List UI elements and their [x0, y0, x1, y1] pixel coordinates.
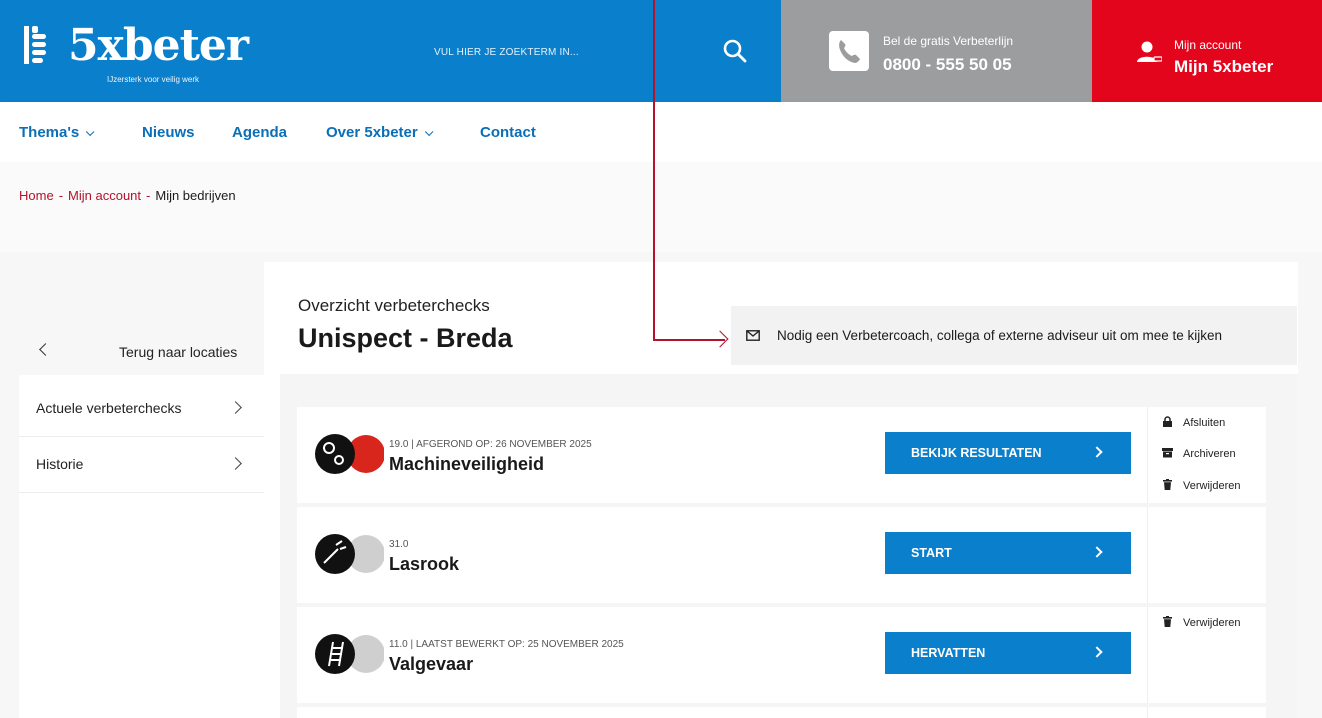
search-icon[interactable] [722, 38, 748, 64]
sidebar-item-history[interactable]: Historie [19, 437, 264, 493]
ladder-icon [315, 634, 384, 674]
resume-check-label: HERVATTEN [911, 646, 986, 660]
sidebar: Terug naar locaties Actuele verbeterchec… [19, 262, 264, 718]
check-actions-valgevaar: Verwijderen [1147, 607, 1266, 703]
check-meta: 31.0 [389, 539, 409, 550]
thumbs-up-logo-icon [24, 26, 46, 64]
breadcrumb-separator: - [58, 188, 64, 203]
page-title: Unispect - Breda [298, 323, 513, 353]
breadcrumb-separator: - [146, 188, 151, 203]
check-title: Valgevaar [389, 654, 474, 674]
chevron-left-icon [39, 343, 52, 356]
check-actions-partial [1147, 707, 1266, 718]
site-header: 5xbeter IJzersterk voor veilig werk VUL … [0, 0, 1322, 102]
close-check-action[interactable]: Afsluiten [1162, 415, 1225, 431]
chevron-right-icon [229, 457, 242, 470]
main-nav: Thema's Nieuws Agenda Over 5xbeter Conta… [0, 102, 1322, 162]
check-row-machineveiligheid: 19.0 | AFGEROND OP: 26 NOVEMBER 2025 Mac… [297, 407, 1147, 503]
archive-icon [1162, 448, 1173, 458]
start-check-button[interactable]: START [885, 532, 1131, 574]
view-results-label: BEKIJK RESULTATEN [911, 446, 1042, 460]
gears-icon [315, 434, 384, 474]
user-icon [1137, 41, 1162, 62]
chevron-right-icon [1091, 446, 1103, 458]
resume-check-button[interactable]: HERVATTEN [885, 632, 1131, 674]
envelope-icon [746, 330, 760, 341]
check-title: Machineveiligheid [389, 454, 545, 474]
phone-line-block[interactable]: Bel de gratis Verbeterlijn 0800 - 555 50… [781, 0, 1092, 102]
breadcrumb-account[interactable]: Mijn account [68, 188, 141, 203]
annotation-line [653, 0, 655, 340]
breadcrumb-area [0, 162, 1322, 252]
chevron-right-icon [229, 401, 242, 414]
account-main-label: Mijn 5xbeter [1174, 57, 1274, 76]
account-block[interactable]: Mijn account Mijn 5xbeter [1092, 0, 1322, 102]
archive-check-label: Archiveren [1183, 448, 1236, 460]
search-input[interactable]: VUL HIER JE ZOEKTERM IN... [434, 47, 579, 58]
check-meta: 19.0 | AFGEROND OP: 26 NOVEMBER 2025 [389, 439, 592, 450]
check-row-lasrook: 31.0 Lasrook START [297, 507, 1147, 603]
breadcrumb: Home - Mijn account - Mijn bedrijven [19, 188, 236, 203]
brand-bar: 5xbeter IJzersterk voor veilig werk VUL … [0, 0, 781, 102]
start-check-label: START [911, 546, 952, 560]
invite-advisor-label: Nodig een Verbetercoach, collega of exte… [777, 328, 1223, 343]
chevron-right-icon [1091, 646, 1103, 658]
sidebar-item-label: Actuele verbeterchecks [36, 400, 182, 416]
delete-check-label: Verwijderen [1183, 617, 1241, 629]
nav-agenda[interactable]: Agenda [232, 124, 287, 141]
chevron-down-icon [424, 127, 434, 137]
delete-check-action[interactable]: Verwijderen [1162, 615, 1240, 631]
delete-check-label: Verwijderen [1183, 480, 1241, 492]
nav-over[interactable]: Over 5xbeter [326, 124, 434, 141]
check-row-valgevaar: 11.0 | LAATST BEWERKT OP: 25 NOVEMBER 20… [297, 607, 1147, 703]
nav-nieuws[interactable]: Nieuws [142, 124, 195, 141]
trash-icon [1163, 616, 1172, 627]
chevron-down-icon [86, 127, 95, 137]
nav-themas-label: Thema's [19, 124, 80, 141]
back-to-locations-link[interactable]: Terug naar locaties [119, 344, 237, 360]
phone-number: 0800 - 555 50 05 [883, 55, 1012, 74]
sidebar-back-area[interactable]: Terug naar locaties [19, 262, 264, 375]
breadcrumb-home[interactable]: Home [19, 188, 54, 203]
nav-contact[interactable]: Contact [480, 124, 536, 141]
sidebar-item-current-checks[interactable]: Actuele verbeterchecks [19, 381, 264, 437]
view-results-button[interactable]: BEKIJK RESULTATEN [885, 432, 1131, 474]
close-check-label: Afsluiten [1183, 417, 1226, 429]
invite-advisor-button[interactable]: Nodig een Verbetercoach, collega of exte… [731, 306, 1297, 365]
account-label: Mijn account [1174, 38, 1242, 52]
check-actions-machineveiligheid: Afsluiten Archiveren Verwijderen [1147, 407, 1266, 503]
check-actions-lasrook [1147, 507, 1266, 603]
lock-icon [1163, 416, 1172, 427]
nav-over-label: Over 5xbeter [326, 124, 418, 141]
trash-icon [1163, 479, 1172, 490]
check-row-partial [297, 707, 1147, 718]
sidebar-item-label: Historie [36, 456, 84, 472]
phone-icon [829, 31, 869, 71]
chevron-right-icon [1091, 546, 1103, 558]
check-title: Lasrook [389, 554, 460, 574]
breadcrumb-current: Mijn bedrijven [155, 188, 236, 203]
delete-check-action[interactable]: Verwijderen [1162, 478, 1240, 494]
welding-icon [315, 534, 384, 574]
archive-check-action[interactable]: Archiveren [1162, 446, 1236, 462]
check-meta: 11.0 | LAATST BEWERKT OP: 25 NOVEMBER 20… [389, 639, 624, 650]
nav-themas[interactable]: Thema's [19, 124, 95, 141]
logo-tagline: IJzersterk voor veilig werk [107, 75, 200, 84]
logo-link[interactable]: 5xbeter [68, 22, 249, 70]
page-subtitle: Overzicht verbeterchecks [298, 296, 490, 315]
phone-label: Bel de gratis Verbeterlijn [883, 34, 1014, 48]
